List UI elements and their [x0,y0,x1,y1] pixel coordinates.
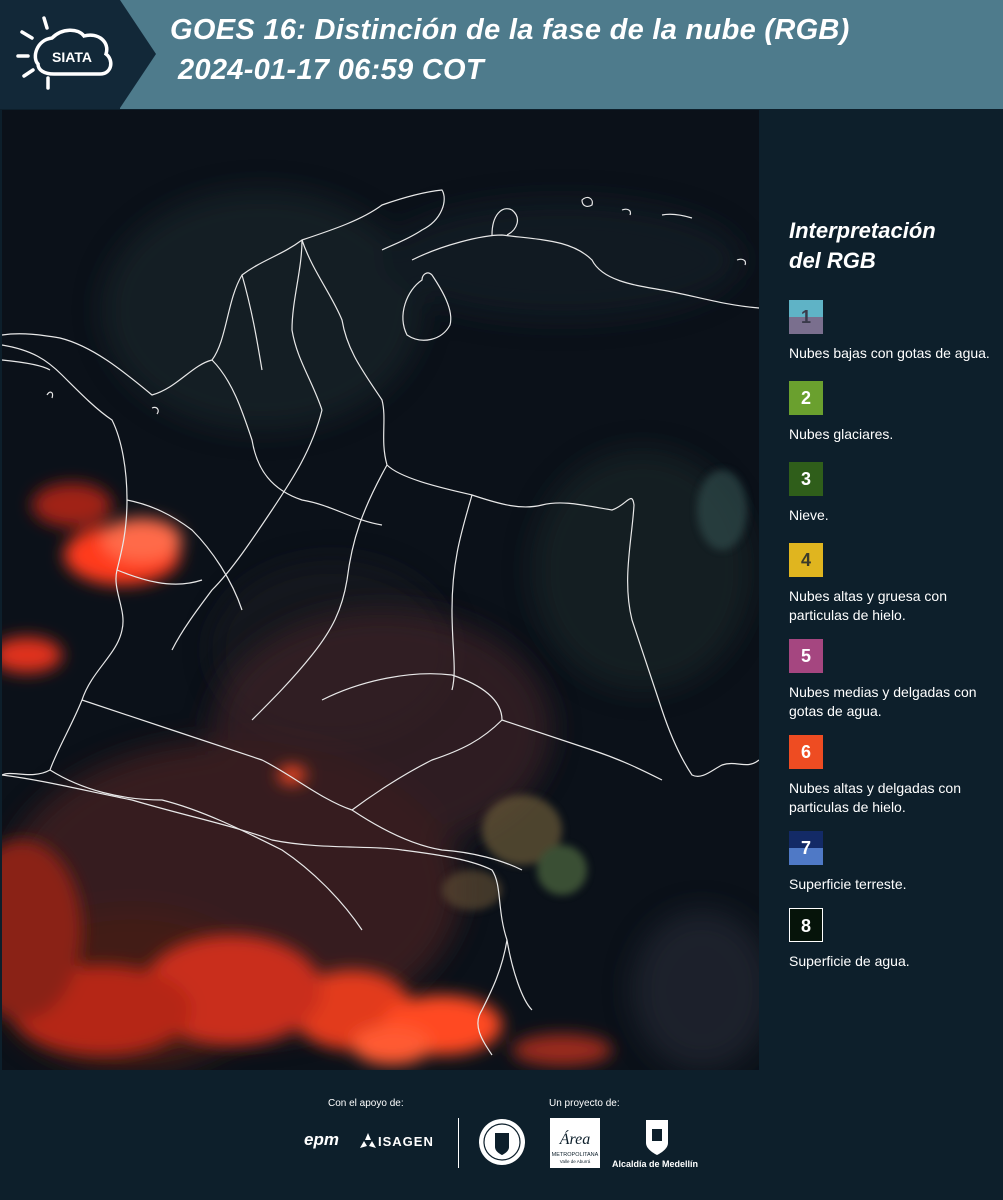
legend-label-5: Nubes medias y delgadas con gotas de agu… [789,684,977,719]
legend-swatch-8: 8 [789,908,823,942]
legend-title-line1: Interpretación [789,218,936,243]
svg-text:Área: Área [559,1129,591,1148]
legend-num-8: 8 [800,916,811,936]
medellin-label: Alcaldía de Medellín [612,1159,699,1169]
project-label: Un proyecto de: [549,1098,620,1109]
legend-item-1: 1 Nubes bajas con gotas de agua. [789,300,999,363]
legend-label-3: Nieve. [789,507,829,523]
header-bar: SIATA GOES 16: Distinción de la fase de … [0,0,1003,109]
legend-label-6: Nubes altas y delgadas con particulas de… [789,780,961,815]
legend-item-6: 6 Nubes altas y delgadas con particulas … [789,735,999,817]
legend-num-7: 7 [800,838,811,858]
legend-swatch-7: 7 [789,831,823,865]
legend-panel: Interpretación del RGB 1 Nubes bajas con… [789,216,999,971]
legend-num-2: 2 [800,388,811,408]
legend-swatch-6: 6 [789,735,823,769]
legend-num-5: 5 [800,646,811,666]
isagen-icon [360,1133,376,1148]
legend-item-8: 8 Superficie de agua. [789,908,999,971]
legend-num-6: 6 [800,742,811,762]
legend-item-5: 5 Nubes medias y delgadas con gotas de a… [789,639,999,721]
siata-logo: SIATA [16,16,113,90]
page-title: GOES 16: Distinción de la fase de la nub… [170,14,850,46]
footer-divider [458,1118,459,1168]
legend-title-line2: del RGB [789,248,876,273]
legend-label-2: Nubes glaciares. [789,426,894,442]
legend-swatch-4: 4 [789,543,823,577]
legend-label-4: Nubes altas y gruesa con particulas de h… [789,588,947,623]
legend-swatch-1: 1 [789,300,823,334]
satellite-map [2,110,759,1070]
legend-item-2: 2 Nubes glaciares. [789,381,999,444]
legend-label-1: Nubes bajas con gotas de agua. [789,345,990,361]
legend-item-7: 7 Superficie terreste. [789,831,999,894]
legend-num-3: 3 [800,469,811,489]
legend-title: Interpretación del RGB [789,216,999,276]
legend-label-8: Superficie de agua. [789,953,910,969]
legend-item-3: 3 Nieve. [789,462,999,525]
svg-text:METROPOLITANA: METROPOLITANA [552,1152,599,1158]
epm-logo: epm [304,1130,339,1149]
legend-num-4: 4 [800,550,811,570]
logo-text: SIATA [52,49,92,65]
svg-text:Valle de Aburrá: Valle de Aburrá [560,1159,591,1164]
university-seal-icon [479,1119,525,1165]
legend-label-7: Superficie terreste. [789,876,907,892]
logo-arrow [120,0,156,108]
isagen-logo: ISAGEN [378,1134,434,1149]
support-label: Con el apoyo de: [328,1098,404,1109]
medellin-shield-icon [646,1120,668,1155]
legend-swatch-3: 3 [789,462,823,496]
legend-swatch-5: 5 [789,639,823,673]
legend-num-1: 1 [800,307,811,327]
area-metropolitana-logo: Área METROPOLITANA Valle de Aburrá [550,1118,600,1168]
page-timestamp: 2024-01-17 06:59 COT [178,54,484,86]
legend-swatch-2: 2 [789,381,823,415]
legend-item-4: 4 Nubes altas y gruesa con particulas de… [789,543,999,625]
